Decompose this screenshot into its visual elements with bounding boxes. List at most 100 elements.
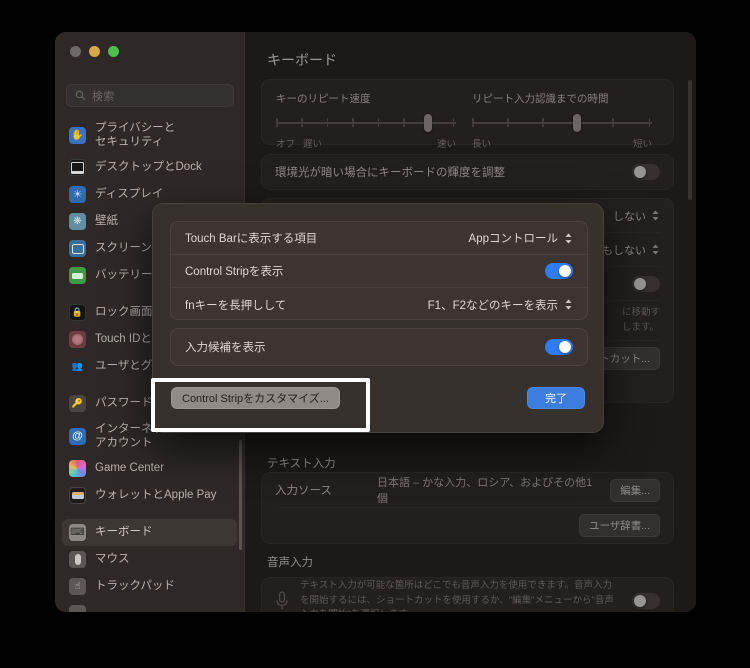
key-repeat-scale-labels: オフ 遅い 速い [276,136,456,150]
repeat-delay-group: リピート入力認識までの時間 長い 短い [472,91,652,150]
popup-value: Appコントロール [468,233,558,245]
input-source-value: 日本語 – かな入力、ロシア、およびその他1個 [377,477,593,505]
voice-input-description: テキスト入力が可能な箇所はどこでも音声入力を使用できます。音声入力を開始するには… [300,579,614,612]
control-strip-toggle[interactable] [545,263,573,279]
obscured-popup-1[interactable]: しない [613,208,660,224]
key-repeat-label: キーのリピート速度 [276,93,371,105]
text-input-card: 入力ソース 日本語 – かな入力、ロシア、およびその他1個 編集... ユーザ辞… [261,472,674,544]
key-repeat-slider[interactable] [276,114,456,132]
sidebar-item-label: デスクトップとDock [95,161,202,174]
sidebar-item-desktop-dock[interactable]: デスクトップとDock [62,154,237,181]
customize-control-strip-button[interactable]: Control Stripをカスタマイズ... [171,387,340,409]
search-placeholder: 検索 [92,90,115,103]
voice-input-section-header: 音声入力 [267,557,313,569]
sidebar-item-label: マウス [95,553,130,566]
sidebar-item-keyboard[interactable]: キーボード [62,519,237,546]
sidebar-item-label: バッテリー [95,269,153,282]
input-suggestions-card: 入力候補を表示 [170,328,588,366]
fn-key-row[interactable]: fnキーを長押しして F1、F2などのキーを表示 [171,288,587,321]
popup-value: F1、F2などのキーを表示 [427,299,558,312]
input-source-label: 入力ソース [275,485,332,497]
chevron-updown-icon [652,244,659,255]
privacy-hand-icon [69,126,86,144]
key-repeat-slider-knob[interactable] [424,114,432,132]
display-icon [69,186,86,203]
control-strip-label: Control Stripを表示 [185,266,284,278]
sidebar-scrollbar[interactable] [239,440,242,550]
sidebar-item-partial[interactable] [62,600,237,612]
chevron-updown-icon [565,233,572,243]
sidebar-item-label: パスワード [95,397,153,410]
desktop-dock-icon [69,159,86,176]
wallpaper-icon [69,213,86,230]
slider-track [472,122,652,124]
chevron-updown-icon [565,299,572,310]
screensaver-icon [69,240,86,257]
sidebar-item-label [95,606,98,612]
input-suggestions-row[interactable]: 入力候補を表示 [171,329,587,365]
search-input[interactable]: 検索 [66,84,234,107]
trackpad-icon [69,578,86,595]
key-repeat-max-label: 速い [436,139,456,150]
sidebar-item-privacy-security[interactable]: プライバシーとセキュリティ [62,116,237,154]
touch-bar-options-card: Touch Barに表示する項目 Appコントロール Control Strip… [170,221,588,320]
touch-bar-shows-popup[interactable]: Appコントロール [469,230,573,246]
control-strip-row[interactable]: Control Stripを表示 [171,255,587,288]
sidebar-item-trackpad[interactable]: トラックパッド [62,573,237,600]
input-suggestions-label: 入力候補を表示 [185,342,266,354]
sheet-footer: Control Stripをカスタマイズ... 完了 [153,374,603,432]
battery-icon [69,267,86,284]
content-scrollbar[interactable] [688,80,692,200]
fn-key-popup[interactable]: F1、F2などのキーを表示 [428,297,573,313]
touch-id-icon [69,331,86,348]
ambient-light-card: 環境光が暗い場合にキーボードの輝度を調整 [261,154,674,190]
sidebar-item-label: ディスプレイ [95,188,164,201]
page-title: キーボード [267,52,337,68]
ambient-light-toggle[interactable] [632,164,660,180]
zoom-button[interactable] [108,46,119,57]
keyboard-icon [69,524,86,541]
touch-bar-settings-sheet: Touch Barに表示する項目 Appコントロール Control Strip… [152,203,604,433]
wallet-apple-pay-icon [69,487,86,504]
repeat-delay-label: リピート入力認識までの時間 [472,93,609,105]
done-button[interactable]: 完了 [527,387,585,409]
input-suggestions-toggle[interactable] [545,339,573,355]
user-dictionary-button[interactable]: ユーザ辞書... [578,514,660,537]
microphone-icon [276,591,288,609]
sidebar-item-game-center[interactable]: Game Center [62,455,237,482]
text-input-section-header: テキスト入力 [267,458,336,470]
internet-accounts-icon [69,427,86,445]
sidebar-item-label: トラックパッド [95,580,175,593]
sidebar-item-label: プライバシーと セキュリティ [95,121,176,148]
touch-bar-shows-row[interactable]: Touch Barに表示する項目 Appコントロール [171,222,587,255]
sidebar-item-label: キーボード [95,526,153,539]
sidebar-item-mouse[interactable]: マウス [62,546,237,573]
screen: 検索 プライバシーとセキュリティ デスクトップとDock ディスプレイ [0,0,750,668]
input-source-row: 入力ソース 日本語 – かな入力、ロシア、およびその他1個 編集... [275,473,660,508]
search-icon [75,90,86,101]
passwords-key-icon [69,395,86,412]
repeat-delay-scale-labels: 長い 短い [472,136,652,150]
ambient-light-label: 環境光が暗い場合にキーボードの輝度を調整 [275,167,505,179]
sidebar-item-wallet-apple-pay[interactable]: ウォレットとApple Pay [62,482,237,509]
popup-value: しない [613,210,646,223]
sidebar-item-label: ロック画面 [95,306,153,319]
window-traffic-lights [70,46,119,57]
key-repeat-group: キーのリピート速度 オフ 遅い 速い [276,91,456,150]
close-button[interactable] [70,46,81,57]
touch-bar-shows-label: Touch Barに表示する項目 [185,233,318,245]
voice-input-toggle[interactable] [632,593,660,609]
chevron-updown-icon [652,210,659,221]
user-dictionary-row: ユーザ辞書... [275,508,660,543]
repeat-delay-slider[interactable] [472,114,652,132]
edit-button[interactable]: 編集... [610,478,660,502]
minimize-button[interactable] [89,46,100,57]
repeat-delay-min-label: 長い [472,139,492,150]
key-repeat-slow-label: 遅い [303,139,323,150]
key-repeat-card: キーのリピート速度 オフ 遅い 速い リピート入力認識までの時間 長い 短い [261,79,674,150]
obscured-toggle[interactable] [632,275,660,292]
mouse-icon [69,551,86,568]
voice-input-card: テキスト入力が可能な箇所はどこでも音声入力を使用できます。音声入力を開始するには… [261,577,674,612]
sidebar-divider [55,509,244,519]
repeat-delay-slider-knob[interactable] [573,114,581,132]
